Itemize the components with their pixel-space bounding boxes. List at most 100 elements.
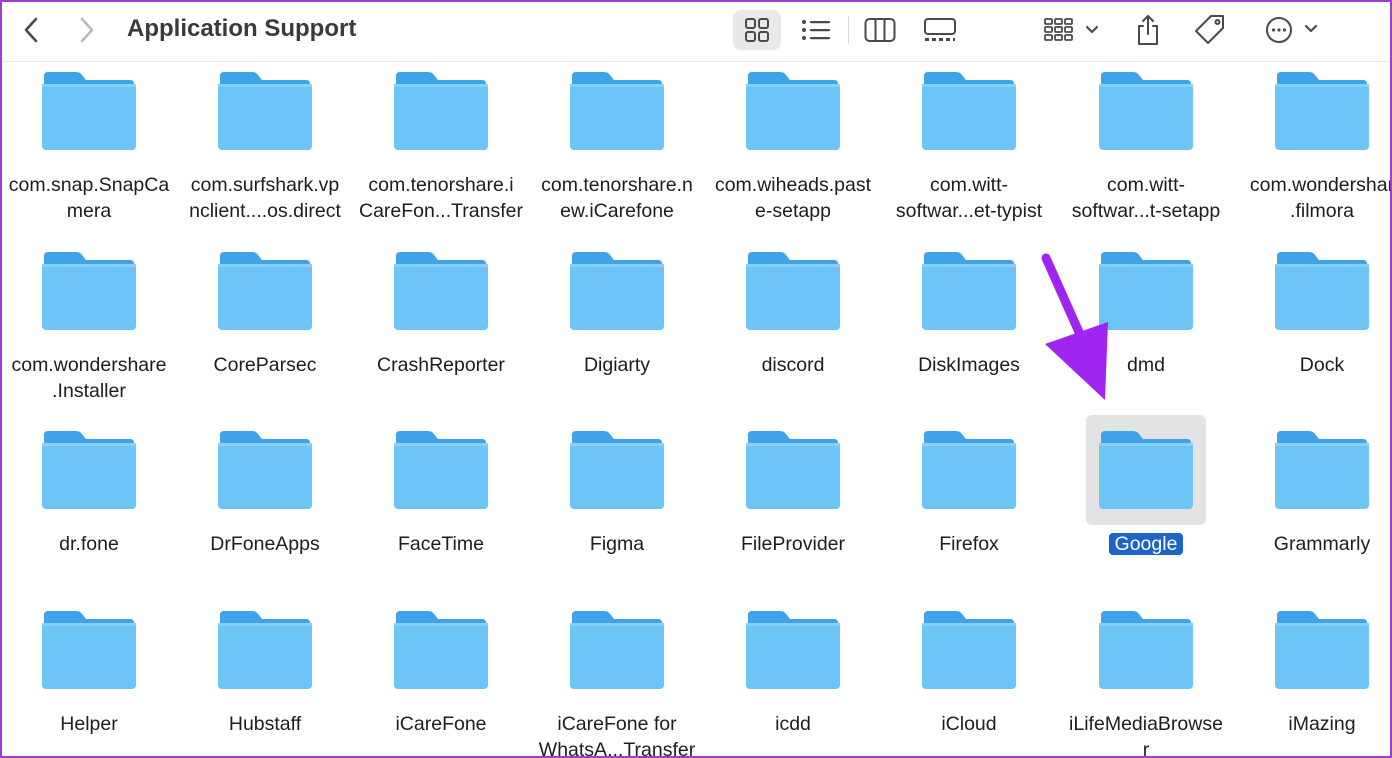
folder-icon [1099,431,1193,509]
folder-label: com.tenorshare.i CareFon...Transfer [353,172,529,224]
annotation-arrow-icon [1041,253,1108,400]
folder-label-text: com.tenorshare.n ew.iCarefone [541,174,693,222]
folder-label: com.witt- softwar...t-setapp [1058,172,1234,224]
back-button[interactable] [16,14,46,46]
folder-label: iCloud [881,711,1057,737]
folder-label: com.witt- softwar...et-typist [881,172,1057,224]
folder-icon [570,252,664,330]
icon-view-icon [745,18,769,42]
folder-label: Helper [1,711,177,737]
folder-label-text: DiskImages [918,354,1020,376]
folder-icon-wrap [1262,236,1382,346]
folder-label: icdd [705,711,881,737]
folder-icon-wrap [733,415,853,525]
folder-icon-wrap [557,236,677,346]
chevron-left-icon [24,17,38,43]
folder-icon-wrap [733,236,853,346]
folder-icon [1275,431,1369,509]
folder-icon-wrap [205,415,325,525]
folder-icon [922,252,1016,330]
column-view-icon [864,18,896,42]
folder-icon [922,72,1016,150]
folder-icon [218,72,312,150]
folder-label-text: Google [1108,533,1184,555]
icon-view-button[interactable] [733,10,781,50]
folder-label: CrashReporter [353,352,529,378]
folder-icon [570,72,664,150]
folder-label-text: com.snap.SnapCa mera [8,174,170,222]
folder-icon [746,431,840,509]
folder-icon-wrap [205,62,325,166]
folder-icon-wrap [29,62,149,166]
share-button[interactable] [1124,10,1172,50]
folder-icon-wrap [1262,595,1382,705]
folder-label-text: FileProvider [740,533,846,555]
folder-label-text: Hubstaff [228,713,302,735]
column-view-button[interactable] [856,10,904,50]
folder-label-text: CrashReporter [377,354,505,376]
folder-icon [394,72,488,150]
list-view-button[interactable] [792,10,840,50]
group-by-button[interactable] [1040,10,1104,50]
folder-label-text: com.wondershar .filmora [1249,174,1392,222]
folder-label-text: iMazing [1288,713,1356,735]
folder-label-text: com.wondershare .Installer [11,354,167,402]
folder-icon [42,72,136,150]
folder-label-text: FaceTime [398,533,484,555]
group-by-icon [1044,18,1099,41]
folder-label-text: CoreParsec [213,354,317,376]
gallery-view-button[interactable] [916,10,964,50]
folder-icon-wrap [909,415,1029,525]
folder-label: Hubstaff [177,711,353,737]
folder-label-text: DrFoneApps [210,533,320,555]
folder-label-text: com.tenorshare.i CareFon...Transfer [359,174,523,222]
folder-label-text: Dock [1299,354,1345,376]
folder-icon-wrap [1086,62,1206,166]
folder-icon [394,611,488,689]
folder-label-text: iLifeMediaBrowse r [1069,713,1223,758]
tag-icon [1195,15,1224,44]
folder-label-text: dr.fone [59,533,119,555]
folder-icon [218,611,312,689]
folder-label: com.surfshark.vp nclient....os.direct [177,172,353,224]
folder-icon-wrap [381,236,501,346]
folder-label-text: icdd [775,713,811,735]
folder-label-text: iCloud [941,713,997,735]
folder-label: com.wiheads.past e-setapp [705,172,881,224]
folder-label: DrFoneApps [177,531,353,557]
folder-label: com.snap.SnapCa mera [1,172,177,224]
folder-icon-wrap [557,62,677,166]
folder-label-text: Firefox [939,533,999,555]
folder-icon-wrap [1086,415,1206,525]
chevron-right-icon [80,17,94,43]
folder-icon-wrap [1086,595,1206,705]
toolbar: Application Support [0,0,1392,62]
folder-label-text: discord [761,354,825,376]
folder-label: FaceTime [353,531,529,557]
folder-icon [1275,252,1369,330]
folder-icon [1099,72,1193,150]
forward-button[interactable] [72,14,102,46]
folder-label-text: iCareFone [395,713,487,735]
folder-icon [42,611,136,689]
tag-button[interactable] [1186,10,1234,50]
folder-icon-wrap [733,62,853,166]
folder-label: iCareFone for WhatsA...Transfer [529,711,705,758]
folder-label: CoreParsec [177,352,353,378]
folder-icon-wrap [1262,415,1382,525]
folder-label: com.tenorshare.n ew.iCarefone [529,172,705,224]
folder-icon-wrap [1262,62,1382,166]
folder-label: com.wondershar .filmora [1234,172,1392,224]
more-actions-button[interactable] [1260,10,1324,50]
folder-icon-wrap [205,595,325,705]
folder-icon [42,252,136,330]
folder-icon-wrap [29,595,149,705]
folder-icon-wrap [29,236,149,346]
folder-icon [746,72,840,150]
folder-icon [922,431,1016,509]
folder-label: Figma [529,531,705,557]
folder-label-text: com.witt- softwar...t-setapp [1071,174,1221,222]
list-view-icon [802,20,830,40]
folder-label-text: com.surfshark.vp nclient....os.direct [189,174,341,222]
file-grid: com.snap.SnapCa mera com.surfshark.vp nc… [0,62,1392,758]
